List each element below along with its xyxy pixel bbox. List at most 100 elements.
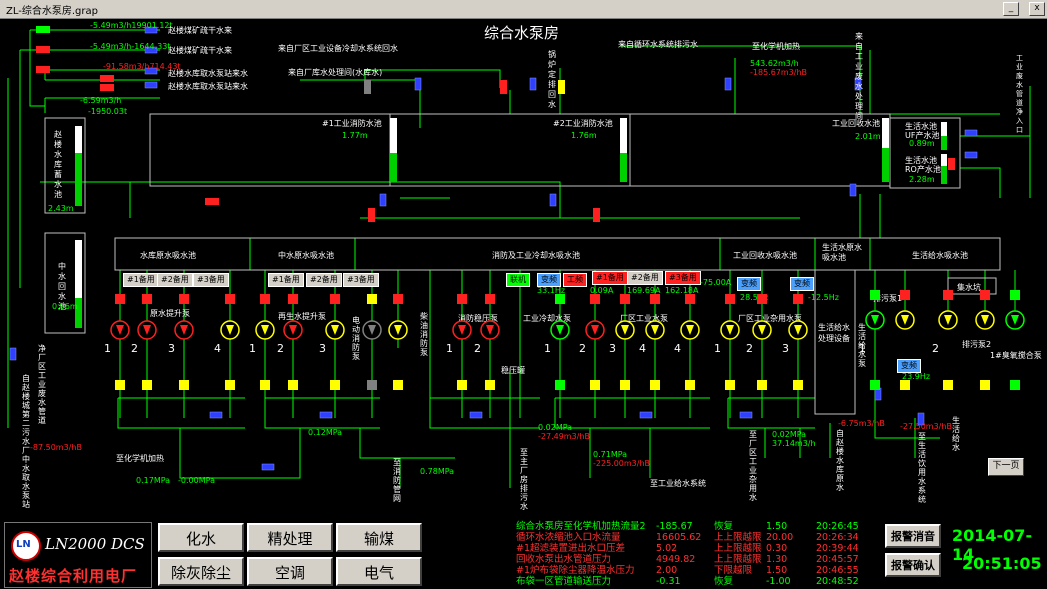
pump[interactable]: [174, 320, 194, 340]
pump[interactable]: [550, 320, 570, 340]
group-raw-lift: 原水提升泵: [150, 309, 190, 318]
minimize-button[interactable]: _: [1003, 2, 1019, 16]
discharge-valve[interactable]: [725, 380, 735, 390]
pump-status-indicator: [555, 294, 565, 304]
mode-button-freq2[interactable]: 变频: [737, 277, 761, 291]
discharge-valve[interactable]: [900, 380, 910, 390]
discharge-valve[interactable]: [650, 380, 660, 390]
pump-status-indicator: [457, 294, 467, 304]
pump[interactable]: [585, 320, 605, 340]
alarm-confirm-button[interactable]: 报警确认: [885, 553, 941, 577]
mode-button-b7[interactable]: #1备用: [592, 271, 628, 285]
discharge-valve[interactable]: [1010, 380, 1020, 390]
close-button[interactable]: x: [1029, 2, 1045, 16]
pump[interactable]: [1005, 310, 1025, 330]
pump[interactable]: [895, 310, 915, 330]
pump-status-indicator: [620, 294, 630, 304]
bay-raw: 水库原水吸水池: [140, 251, 196, 260]
alarm-state: 下限越限: [714, 565, 753, 576]
pump-status-indicator: [115, 294, 125, 304]
pump-number: 2: [932, 342, 939, 355]
discharge-valve[interactable]: [288, 380, 298, 390]
discharge-valve[interactable]: [870, 380, 880, 390]
alarm-value: 16605.62: [656, 532, 702, 543]
nav-coal[interactable]: 输煤: [336, 523, 422, 552]
pump-icon: [585, 320, 605, 340]
pump[interactable]: [938, 310, 958, 330]
discharge-valve[interactable]: [485, 380, 495, 390]
pump[interactable]: [388, 320, 408, 340]
pump-icon: [110, 320, 130, 340]
pump-icon: [255, 320, 275, 340]
mode-button-b3[interactable]: #3备用: [193, 273, 229, 287]
pump[interactable]: [255, 320, 275, 340]
pump[interactable]: [362, 320, 382, 340]
pump[interactable]: [788, 320, 808, 340]
pump[interactable]: [110, 320, 130, 340]
nav-chem-water[interactable]: 化水: [158, 523, 244, 552]
mode-button-b5[interactable]: #2备用: [306, 273, 342, 287]
discharge-valve[interactable]: [225, 380, 235, 390]
discharge-valve[interactable]: [685, 380, 695, 390]
mode-button-b2[interactable]: #2备用: [157, 273, 193, 287]
discharge-valve[interactable]: [793, 380, 803, 390]
mode-button-freq3[interactable]: 变频: [790, 277, 814, 291]
discharge-valve[interactable]: [330, 380, 340, 390]
discharge-valve[interactable]: [142, 380, 152, 390]
mode-button-b1[interactable]: #1备用: [123, 273, 159, 287]
pump[interactable]: [975, 310, 995, 330]
industrial-wastewater-pipe: 工业废水管道净入口: [1016, 54, 1023, 134]
mode-button-freq4[interactable]: 变频: [897, 359, 921, 373]
pump[interactable]: [720, 320, 740, 340]
nav-electrical[interactable]: 电气: [336, 557, 422, 586]
group-collect-pit: 集水坑: [957, 283, 981, 292]
discharge-valve[interactable]: [555, 380, 565, 390]
pump[interactable]: [480, 320, 500, 340]
pump-status-indicator: [485, 294, 495, 304]
mode-button-work[interactable]: 工频: [563, 273, 587, 287]
pump[interactable]: [325, 320, 345, 340]
pump[interactable]: [283, 320, 303, 340]
discharge-valve[interactable]: [943, 380, 953, 390]
pump-number: 3: [168, 342, 175, 355]
discharge-valve[interactable]: [393, 380, 403, 390]
pump[interactable]: [137, 320, 157, 340]
pump-icon: [550, 320, 570, 340]
mode-button-b9[interactable]: #3备用: [665, 271, 701, 285]
nav-ash-dust[interactable]: 除灰除尘: [158, 557, 244, 586]
next-page-button[interactable]: 下一页: [988, 458, 1024, 476]
mode-button-b8[interactable]: #2备用: [627, 271, 663, 285]
pump[interactable]: [615, 320, 635, 340]
mode-button-b4[interactable]: #1备用: [268, 273, 304, 287]
bay-mid: 中水原水吸水池: [278, 251, 334, 260]
pump[interactable]: [680, 320, 700, 340]
pump-status-indicator: [980, 290, 990, 300]
mode-button-link[interactable]: 联机: [506, 273, 530, 287]
discharge-valve[interactable]: [590, 380, 600, 390]
discharge-valve[interactable]: [457, 380, 467, 390]
group-live-treat: 生活给水处理设备: [818, 323, 850, 343]
pump[interactable]: [452, 320, 472, 340]
discharge-valve[interactable]: [179, 380, 189, 390]
mode-button-b6[interactable]: #3备用: [343, 273, 379, 287]
pump[interactable]: [645, 320, 665, 340]
discharge-valve[interactable]: [115, 380, 125, 390]
mode-button-freq[interactable]: 变频: [537, 273, 561, 287]
nav-fine-treatment[interactable]: 精处理: [247, 523, 333, 552]
discharge-valve[interactable]: [260, 380, 270, 390]
discharge-valve[interactable]: [980, 380, 990, 390]
outlet-live-water: 生活给水: [952, 416, 960, 452]
pump[interactable]: [220, 320, 240, 340]
alarm-silence-button[interactable]: 报警消音: [885, 524, 941, 548]
pump[interactable]: [865, 310, 885, 330]
pump-status-indicator: [1010, 290, 1020, 300]
outlet-live-net: 至生活饮用水系统: [918, 432, 926, 504]
nav-hvac[interactable]: 空调: [247, 557, 333, 586]
pump[interactable]: [752, 320, 772, 340]
discharge-valve[interactable]: [367, 380, 377, 390]
discharge-valve[interactable]: [620, 380, 630, 390]
pump-status-indicator: [367, 294, 377, 304]
bay-live: 生活给水吸水池: [912, 251, 968, 260]
discharge-valve[interactable]: [757, 380, 767, 390]
pressure-p1: 0.12MPa: [308, 428, 343, 437]
